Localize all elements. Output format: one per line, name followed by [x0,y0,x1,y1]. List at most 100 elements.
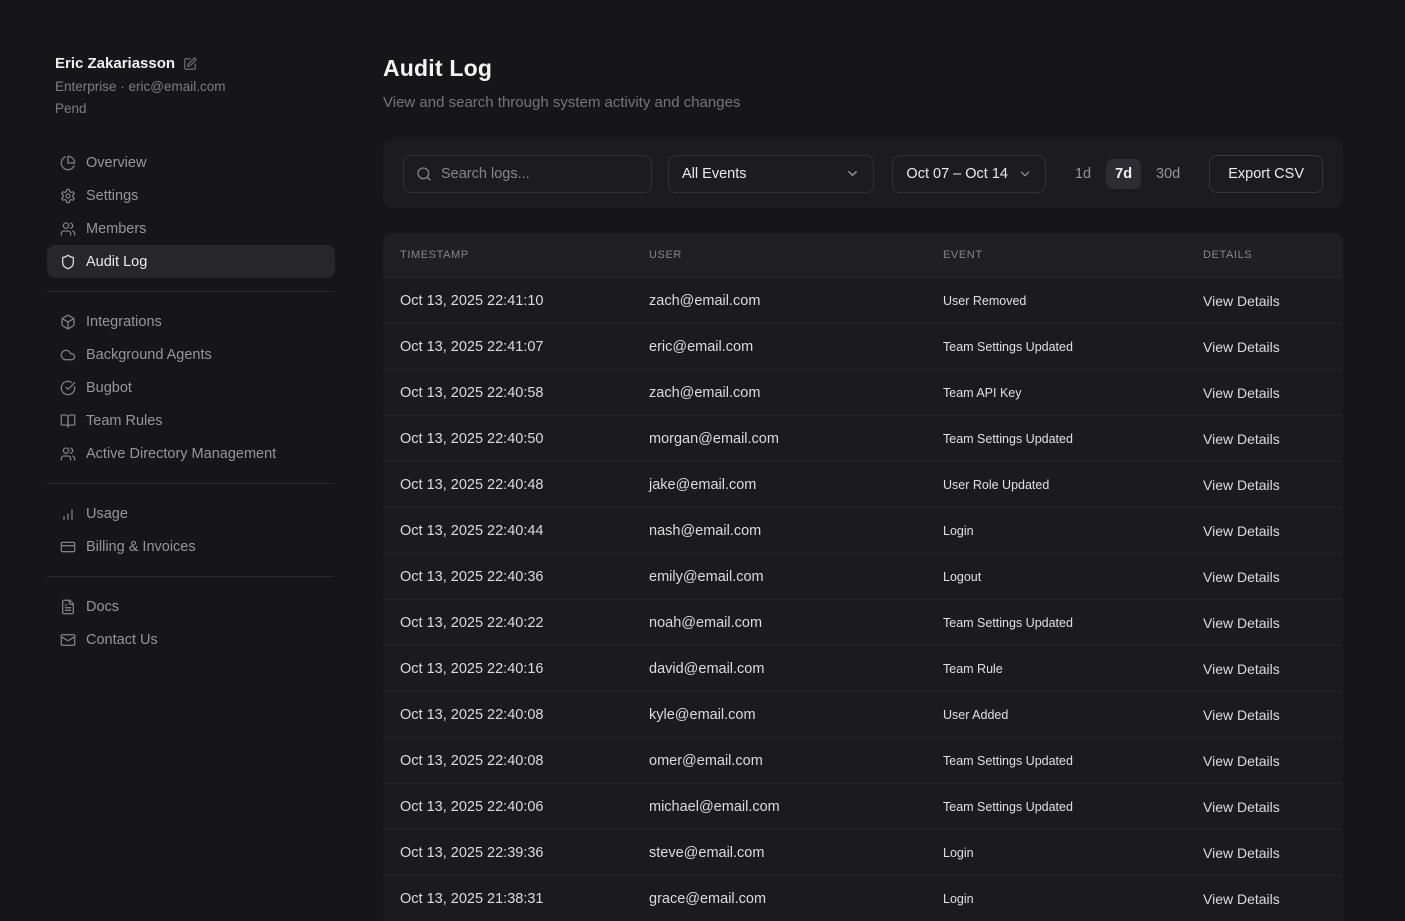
timestamp-cell: Oct 13, 2025 22:40:50 [383,431,632,447]
sidebar-item-overview[interactable]: Overview [47,146,335,179]
view-details-link[interactable]: View Details [1203,891,1280,907]
details-cell: View Details [1186,477,1343,493]
details-cell: View Details [1186,753,1343,769]
sidebar-item-team-rules[interactable]: Team Rules [47,404,335,437]
sidebar-item-label: Bugbot [86,380,132,396]
sidebar-item-active-directory-management[interactable]: Active Directory Management [47,437,335,470]
details-cell: View Details [1186,431,1343,447]
table-row: Oct 13, 2025 22:40:22 noah@email.com Tea… [383,599,1343,645]
audit-log-table: TIMESTAMP USER EVENT DETAILS Oct 13, 202… [383,233,1343,921]
search-input[interactable] [441,166,639,182]
sidebar: Eric Zakariasson Enterprise · eric@email… [0,0,360,921]
sidebar-item-label: Team Rules [86,413,163,429]
view-details-link[interactable]: View Details [1203,845,1280,861]
timestamp-cell: Oct 13, 2025 22:39:36 [383,845,632,861]
sidebar-item-background-agents[interactable]: Background Agents [47,338,335,371]
date-range-select[interactable]: Oct 07 – Oct 14 [892,155,1046,193]
sidebar-item-members[interactable]: Members [47,212,335,245]
view-details-link[interactable]: View Details [1203,431,1280,447]
table-row: Oct 13, 2025 22:40:08 kyle@email.com Use… [383,691,1343,737]
sidebar-item-settings[interactable]: Settings [47,179,335,212]
timestamp-cell: Oct 13, 2025 22:40:06 [383,799,632,815]
table-row: Oct 13, 2025 21:38:31 grace@email.com Lo… [383,875,1343,921]
details-cell: View Details [1186,339,1343,355]
timestamp-cell: Oct 13, 2025 22:40:08 [383,707,632,723]
event-cell: Logout [926,570,1186,584]
user-name: Eric Zakariasson [55,55,175,72]
view-details-link[interactable]: View Details [1203,523,1280,539]
event-cell: Team Settings Updated [926,616,1186,630]
event-cell: Team Settings Updated [926,800,1186,814]
sidebar-item-contact-us[interactable]: Contact Us [47,623,335,656]
table-row: Oct 13, 2025 22:40:06 michael@email.com … [383,783,1343,829]
users-icon [60,221,76,237]
user-cell: zach@email.com [632,385,926,401]
sidebar-divider [47,576,335,577]
event-filter-select[interactable]: All Events [668,155,874,193]
sidebar-item-bugbot[interactable]: Bugbot [47,371,335,404]
date-range-value: Oct 07 – Oct 14 [906,166,1008,182]
package-icon [60,314,76,330]
view-details-link[interactable]: View Details [1203,385,1280,401]
timestamp-cell: Oct 13, 2025 22:40:22 [383,615,632,631]
view-details-link[interactable]: View Details [1203,615,1280,631]
view-details-link[interactable]: View Details [1203,293,1280,309]
event-cell: User Removed [926,294,1186,308]
chevron-down-icon [845,166,860,181]
sidebar-item-label: Overview [86,155,146,171]
range-button-1d[interactable]: 1d [1066,159,1100,189]
event-cell: User Added [926,708,1186,722]
user-cell: grace@email.com [632,891,926,907]
search-icon [416,166,432,182]
table-row: Oct 13, 2025 22:40:16 david@email.com Te… [383,645,1343,691]
page-subtitle: View and search through system activity … [383,94,1343,111]
user-cell: emily@email.com [632,569,926,585]
sidebar-item-docs[interactable]: Docs [47,590,335,623]
view-details-link[interactable]: View Details [1203,661,1280,677]
timestamp-cell: Oct 13, 2025 22:40:48 [383,477,632,493]
users-icon [60,446,76,462]
square-pen-icon[interactable] [183,57,197,71]
table-row: Oct 13, 2025 22:40:48 jake@email.com Use… [383,461,1343,507]
user-cell: noah@email.com [632,615,926,631]
user-block: Eric Zakariasson Enterprise · eric@email… [47,55,335,116]
event-cell: Team Settings Updated [926,754,1186,768]
chevron-down-icon [1018,167,1032,181]
table-body: Oct 13, 2025 22:41:10 zach@email.com Use… [383,277,1343,921]
column-header-timestamp: TIMESTAMP [383,249,632,261]
sidebar-item-label: Integrations [86,314,162,330]
user-cell: jake@email.com [632,477,926,493]
export-csv-button[interactable]: Export CSV [1209,155,1323,193]
sidebar-item-integrations[interactable]: Integrations [47,305,335,338]
main-content: Audit Log View and search through system… [360,0,1405,921]
table-row: Oct 13, 2025 22:40:08 omer@email.com Tea… [383,737,1343,783]
sidebar-item-label: Settings [86,188,138,204]
view-details-link[interactable]: View Details [1203,339,1280,355]
table-row: Oct 13, 2025 22:40:36 emily@email.com Lo… [383,553,1343,599]
sidebar-item-billing-invoices[interactable]: Billing & Invoices [47,530,335,563]
sidebar-item-label: Active Directory Management [86,446,276,462]
cloud-icon [60,347,76,363]
range-segmented-control: 1d 7d 30d [1066,159,1189,189]
event-cell: User Role Updated [926,478,1186,492]
search-box[interactable] [403,155,652,193]
view-details-link[interactable]: View Details [1203,753,1280,769]
view-details-link[interactable]: View Details [1203,477,1280,493]
event-cell: Login [926,892,1186,906]
view-details-link[interactable]: View Details [1203,799,1280,815]
timestamp-cell: Oct 13, 2025 22:41:10 [383,293,632,309]
view-details-link[interactable]: View Details [1203,569,1280,585]
sidebar-item-usage[interactable]: Usage [47,497,335,530]
user-cell: eric@email.com [632,339,926,355]
range-button-7d[interactable]: 7d [1106,159,1141,189]
range-button-30d[interactable]: 30d [1147,159,1189,189]
view-details-link[interactable]: View Details [1203,707,1280,723]
details-cell: View Details [1186,615,1343,631]
sidebar-item-audit-log[interactable]: Audit Log [47,245,335,278]
toolbar: All Events Oct 07 – Oct 14 1d 7d 30d Exp… [383,139,1343,208]
sidebar-item-label: Background Agents [86,347,212,363]
table-row: Oct 13, 2025 22:41:10 zach@email.com Use… [383,277,1343,323]
sidebar-item-label: Docs [86,599,119,615]
timestamp-cell: Oct 13, 2025 22:40:16 [383,661,632,677]
sidebar-item-label: Members [86,221,146,237]
